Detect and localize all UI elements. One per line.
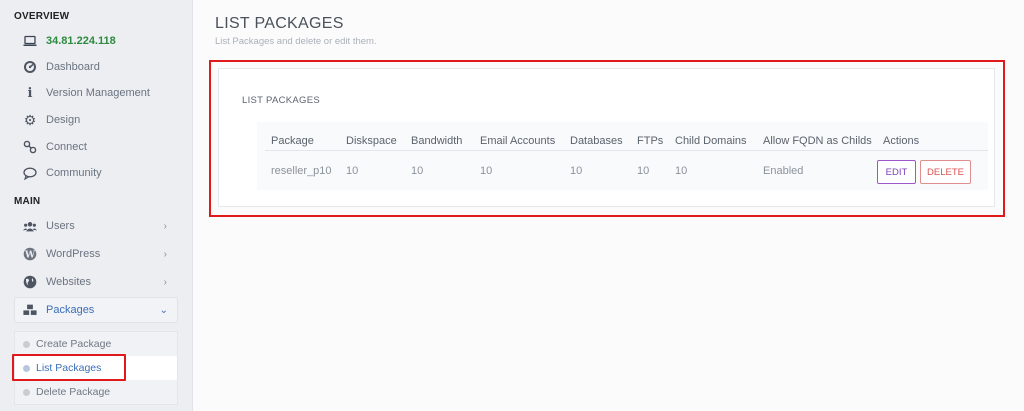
column-header: Email Accounts: [480, 135, 556, 147]
column-header: Databases: [570, 135, 623, 147]
edit-button[interactable]: EDIT: [877, 160, 916, 184]
overview-section-title: OVERVIEW: [14, 11, 70, 22]
sidebar-item-label: Design: [46, 114, 81, 126]
chevron-down-icon: ⌄: [159, 304, 168, 316]
sidebar: OVERVIEW 34.81.224.118 Dashboard i Versi…: [0, 0, 193, 411]
column-header: Bandwidth: [411, 135, 463, 147]
sidebar-item-label: Websites: [46, 276, 92, 288]
sidebar-item-label: Packages: [46, 304, 95, 316]
packages-table: Package Diskspace Bandwidth Email Accoun…: [257, 122, 988, 190]
gear-icon: ⚙: [23, 111, 37, 128]
cell-child-domains: 10: [675, 165, 688, 177]
submenu-item-delete-package[interactable]: Delete Package: [15, 380, 177, 404]
column-header: Package: [271, 135, 314, 147]
cell-allow-fqdn: Enabled: [763, 165, 804, 177]
info-icon: i: [27, 85, 33, 101]
column-header: Child Domains: [675, 135, 747, 147]
cell-package: reseller_p10: [271, 165, 332, 177]
cell-diskspace: 10: [346, 165, 359, 177]
sidebar-item-label: WordPress: [46, 248, 101, 260]
submenu-item-create-package[interactable]: Create Package: [15, 332, 177, 356]
submenu-item-label: Delete Package: [36, 386, 111, 398]
table-divider: [265, 150, 988, 151]
sidebar-item-community[interactable]: Community: [0, 160, 193, 186]
server-ip-item[interactable]: 34.81.224.118: [0, 28, 193, 54]
svg-text:W: W: [24, 251, 36, 261]
column-header: Allow FQDN as Childs: [763, 135, 872, 147]
cell-email-accounts: 10: [480, 165, 493, 177]
chat-icon: [23, 166, 37, 180]
column-header: FTPs: [637, 135, 664, 147]
cell-bandwidth: 10: [411, 165, 424, 177]
chevron-right-icon: ›: [163, 276, 167, 288]
panel-title: LIST PACKAGES: [242, 95, 320, 106]
sidebar-item-connect[interactable]: Connect: [0, 134, 193, 160]
sidebar-item-users[interactable]: Users ›: [0, 213, 193, 239]
panel-highlight: LIST PACKAGES Package Diskspace Bandwidt…: [209, 60, 1005, 217]
cubes-icon: [23, 303, 37, 317]
sidebar-item-version-management[interactable]: i Version Management: [0, 80, 193, 106]
server-ip-label: 34.81.224.118: [46, 35, 116, 47]
cell-ftps: 10: [637, 165, 650, 177]
main-section-title: MAIN: [14, 196, 41, 207]
column-header: Actions: [883, 135, 920, 147]
cell-databases: 10: [570, 165, 583, 177]
chevron-right-icon: ›: [163, 220, 167, 232]
sidebar-item-label: Dashboard: [46, 61, 100, 73]
sidebar-item-dashboard[interactable]: Dashboard: [0, 54, 193, 80]
column-header: Diskspace: [346, 135, 397, 147]
bullet-icon: [23, 340, 30, 348]
wordpress-icon: W: [23, 247, 37, 261]
sidebar-item-wordpress[interactable]: W WordPress ›: [0, 241, 193, 267]
users-icon: [23, 219, 37, 233]
chevron-right-icon: ›: [163, 248, 167, 260]
sidebar-item-design[interactable]: ⚙ Design: [0, 107, 193, 133]
laptop-icon: [23, 34, 37, 48]
submenu-item-label: Create Package: [36, 338, 112, 350]
list-packages-panel: LIST PACKAGES Package Diskspace Bandwidt…: [218, 68, 995, 207]
sidebar-item-websites[interactable]: Websites ›: [0, 269, 193, 295]
list-packages-highlight: [12, 354, 126, 381]
sidebar-item-label: Community: [46, 167, 102, 179]
sidebar-item-label: Version Management: [46, 87, 150, 99]
globe-icon: [23, 275, 37, 289]
sidebar-item-label: Connect: [46, 141, 87, 153]
delete-button[interactable]: DELETE: [920, 160, 971, 184]
page-title: LIST PACKAGES: [215, 15, 344, 32]
bullet-icon: [23, 388, 30, 396]
dashboard-icon: [23, 60, 37, 74]
page-subtitle: List Packages and delete or edit them.: [215, 36, 377, 47]
main-content: LIST PACKAGES List Packages and delete o…: [194, 0, 1024, 411]
sidebar-item-packages[interactable]: Packages ⌄: [14, 297, 178, 323]
link-icon: [23, 140, 37, 154]
sidebar-item-label: Users: [46, 220, 75, 232]
